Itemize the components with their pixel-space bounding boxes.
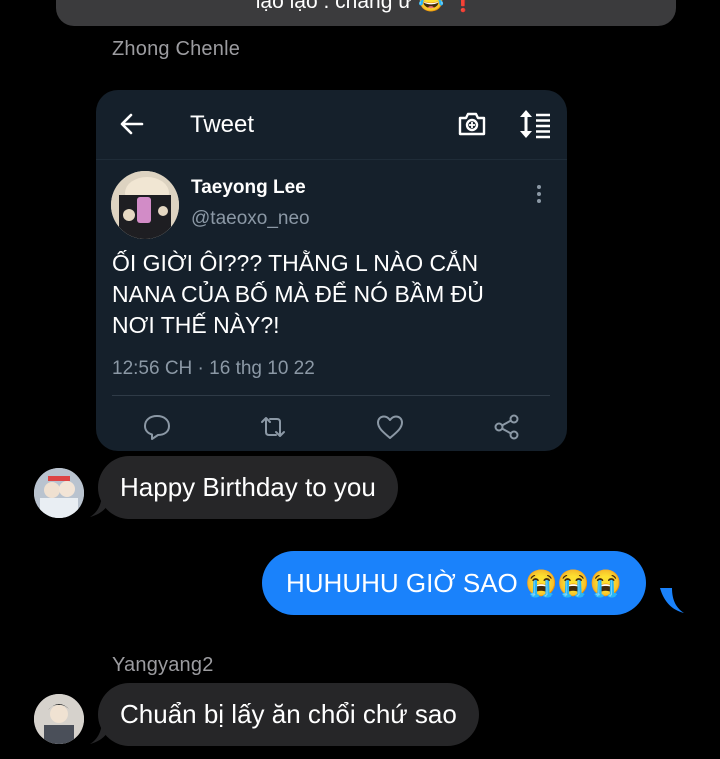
like-icon [377,415,403,439]
author-handle: @taeoxo_neo [191,208,310,229]
tweet-screenshot-image[interactable]: Tweet Taeyong Lee @taeoxo_neo ỐI GIỜI ÔI… [96,90,567,451]
back-arrow-icon [120,113,144,135]
more-vertical-icon [537,185,541,203]
retweet-icon [261,417,285,437]
author-avatar [111,171,179,239]
tweet-timestamp: 12:56 CH · 16 thg 10 22 [112,358,315,379]
previous-message-text: lạo lạo . chắng ư 😂 ❗ [255,0,477,13]
sender-name: Zhong Chenle [112,38,241,60]
incoming-message[interactable]: Happy Birthday to you [98,456,398,519]
tweet-header-title: Tweet [190,111,255,138]
sort-icon [520,110,550,139]
author-name: Taeyong Lee [191,177,306,198]
share-icon [494,414,519,440]
sender-name: Yangyang2 [112,654,214,676]
outgoing-message[interactable]: HUHUHU GIỜ SAO 😭😭😭 [262,551,647,615]
avatar[interactable] [34,468,84,518]
bubble-tail [660,588,684,613]
previous-message-bubble[interactable]: lạo lạo . chắng ư 😂 ❗ [56,0,676,26]
tweet-text: ỐI GIỜI ÔI??? THẰNG L NÀO CẮN NANA CỦA B… [112,250,484,338]
tweet-divider [112,395,550,396]
camera-icon [458,112,486,136]
reply-icon [144,415,170,440]
avatar[interactable] [34,694,84,744]
incoming-message[interactable]: Chuẩn bị lấy ăn chổi chứ sao [98,683,479,746]
tweet-header: Tweet [96,90,567,160]
